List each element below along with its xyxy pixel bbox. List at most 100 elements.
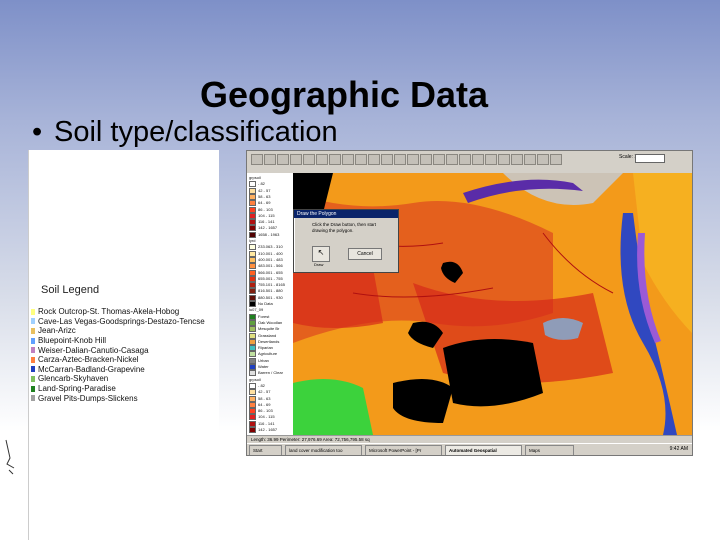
toc-item-label: Mesquite Br <box>258 326 280 332</box>
taskbar-button[interactable]: Microsoft PowerPoint - [Pr <box>365 445 442 455</box>
toc-item[interactable]: 42 - 57 <box>249 187 271 194</box>
toc-item[interactable]: 233.063 - 310 <box>249 244 283 251</box>
toolbar-button[interactable] <box>381 154 393 165</box>
toc-item[interactable]: - 82 <box>249 382 265 389</box>
start-button[interactable]: Start <box>249 445 282 455</box>
toc-item[interactable]: Urban <box>249 357 269 364</box>
toc-item[interactable]: 566.001 - 655 <box>249 269 283 276</box>
toc-item[interactable]: lyrd <box>249 238 255 243</box>
toc-item[interactable]: 42 - 57 <box>249 389 270 396</box>
toolbar-button[interactable] <box>524 154 536 165</box>
toolbar-button[interactable] <box>355 154 367 165</box>
toc-item[interactable]: 655.001 - 755 <box>249 275 283 282</box>
toolbar-button[interactable] <box>459 154 471 165</box>
toc-item[interactable]: 58 - 63 <box>249 193 271 200</box>
toc-item[interactable]: Oak Woodlan <box>249 319 282 326</box>
toc-item[interactable]: 400.001 - 483 <box>249 256 283 263</box>
toc-item[interactable]: 880.501 - 930 <box>249 294 283 301</box>
toc-item[interactable]: 104 - 115 <box>249 212 275 219</box>
toc-swatch <box>249 364 256 370</box>
toolbar-button[interactable] <box>550 154 562 165</box>
bullet-icon: • <box>32 116 43 148</box>
toc-item-label: 400.001 - 483 <box>258 256 283 262</box>
toc-item[interactable]: lu07_09 <box>249 307 263 312</box>
toc-item[interactable]: 58 - 63 <box>249 395 270 402</box>
table-of-contents-panel[interactable]: grpsoil - 82 42 - 57 58 - 63 64 - 69 86 - 103… <box>247 173 294 435</box>
toc-item[interactable]: 104 - 115 <box>249 414 275 421</box>
toolbar-button[interactable] <box>342 154 354 165</box>
toolbar-button[interactable] <box>264 154 276 165</box>
toolbar-button[interactable] <box>316 154 328 165</box>
gis-application-window[interactable]: Scale: 1: grpsoil - 82 42 - 57 58 - 63 64 - … <box>246 150 693 456</box>
toolbar-button[interactable] <box>277 154 289 165</box>
toc-item[interactable]: 86 - 103 <box>249 408 273 415</box>
toc-item[interactable]: 142 - 1657 <box>249 427 277 433</box>
toc-item[interactable]: 1658 - 1963 <box>249 231 279 238</box>
toc-item[interactable]: Forest <box>249 313 269 320</box>
toc-swatch <box>249 256 256 263</box>
toc-item-label: 880.501 - 930 <box>258 294 283 300</box>
taskbar-button[interactable]: Automated Geospatial <box>445 445 522 455</box>
toc-item[interactable]: Water <box>249 364 269 370</box>
toc-swatch <box>249 370 256 377</box>
toc-item[interactable]: No Data <box>249 301 273 307</box>
scale-input[interactable] <box>635 154 665 163</box>
toc-item[interactable]: Barren / Clear <box>249 370 283 377</box>
toolbar-button[interactable] <box>420 154 432 165</box>
toolbar-button[interactable] <box>446 154 458 165</box>
toc-item[interactable]: 116 - 141 <box>249 219 275 226</box>
toolbar-button[interactable] <box>485 154 497 165</box>
toc-swatch <box>249 357 256 364</box>
toc-item[interactable]: - 82 <box>249 181 265 188</box>
toc-item[interactable]: grpsoil <box>249 175 261 180</box>
legend-swatch <box>31 337 35 344</box>
toc-swatch <box>249 427 256 433</box>
toc-item[interactable]: 64 - 69 <box>249 401 270 408</box>
toolbar-button[interactable] <box>251 154 263 165</box>
toc-item[interactable]: Desertlands <box>249 338 279 345</box>
toc-swatch <box>249 420 256 427</box>
toolbar-button[interactable] <box>368 154 380 165</box>
toolbar-button[interactable] <box>329 154 341 165</box>
cancel-button[interactable]: Cancel <box>348 248 382 260</box>
toc-item[interactable]: 310.001 - 400 <box>249 250 283 257</box>
legend-item-label: Bluepoint-Knob Hill <box>38 336 107 346</box>
toc-item[interactable]: 64 - 69 <box>249 200 270 207</box>
draw-button[interactable]: ↖ <box>312 246 330 262</box>
taskbar-button[interactable]: Maps <box>525 445 574 455</box>
toc-swatch <box>249 200 256 207</box>
toolbar-button[interactable] <box>498 154 510 165</box>
toc-item[interactable]: Mesquite Br <box>249 326 280 333</box>
toolbar-button[interactable] <box>290 154 302 165</box>
legend-item-label: Rock Outcrop-St. Thomas-Akela-Hobog <box>38 307 180 317</box>
toc-item-label: 58 - 63 <box>258 193 271 199</box>
toc-item[interactable]: 755.101 - 8165 <box>249 282 285 289</box>
slide-title: Geographic Data <box>200 74 489 115</box>
taskbar-button[interactable]: land cover modification too <box>285 445 362 455</box>
toc-item[interactable]: Grassland <box>249 332 276 339</box>
toc-item[interactable]: 483.001 - 566 <box>249 263 283 270</box>
toc-item-label: 566.001 - 655 <box>258 269 283 275</box>
toc-item-label: 42 - 57 <box>258 187 271 193</box>
toolbar-button[interactable] <box>472 154 484 165</box>
toc-swatch <box>249 187 256 194</box>
toolbar-button[interactable] <box>433 154 445 165</box>
toc-swatch <box>249 395 256 402</box>
toc-item[interactable]: Agriculture <box>249 351 277 358</box>
toc-item[interactable]: grpsoil <box>249 377 261 382</box>
legend-item: Weiser-Dalian-Canutio-Casaga <box>31 345 219 355</box>
legend-swatch <box>31 347 35 354</box>
toolbar-button[interactable] <box>537 154 549 165</box>
toc-item[interactable]: 86 - 103 <box>249 206 273 213</box>
toolbar-button[interactable] <box>394 154 406 165</box>
legend-item-label: Land-Spring-Paradise <box>38 384 116 394</box>
draw-polygon-dialog[interactable]: Draw the Polygon Click the Draw button, … <box>293 209 399 273</box>
toolbar-button[interactable] <box>303 154 315 165</box>
toc-swatch <box>249 332 256 339</box>
toolbar-button[interactable] <box>407 154 419 165</box>
toolbar-button[interactable] <box>511 154 523 165</box>
toc-item[interactable]: Riparian <box>249 345 273 352</box>
toc-item[interactable]: 142 - 1657 <box>249 225 277 232</box>
toc-item[interactable]: 116 - 141 <box>249 420 275 427</box>
toc-item[interactable]: 816.501 - 880 <box>249 288 283 295</box>
